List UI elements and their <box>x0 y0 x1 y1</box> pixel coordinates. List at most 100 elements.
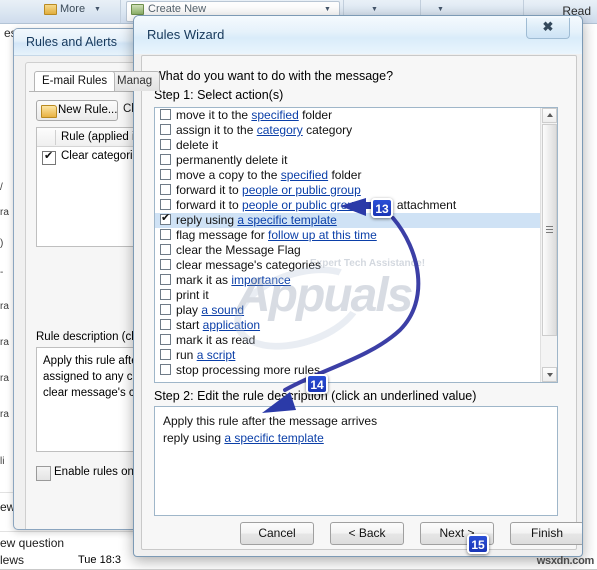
action-value-link[interactable]: a specific template <box>237 213 336 227</box>
action-row[interactable]: forward it to people or public group <box>155 183 541 198</box>
actions-scrollbar[interactable] <box>540 108 557 382</box>
action-value-link[interactable]: follow up at this time <box>268 228 377 242</box>
action-label: clear message's categories <box>176 258 321 272</box>
wizard-content: What do you want to do with the message?… <box>141 55 582 550</box>
action-row[interactable]: flag message for follow up at this time <box>155 228 541 243</box>
action-label: flag message for follow up at this time <box>176 228 377 242</box>
tab-email-rules[interactable]: E-mail Rules <box>34 71 116 91</box>
action-value-link[interactable]: application <box>203 318 260 332</box>
back-button[interactable]: < Back <box>330 522 404 545</box>
action-row[interactable]: clear message's categories <box>155 258 541 273</box>
action-value-link[interactable]: people or public group <box>242 198 361 212</box>
action-text: Apply this rule after the message arrive… <box>163 414 378 428</box>
scroll-down-button[interactable] <box>542 367 557 382</box>
action-checkbox[interactable] <box>160 229 171 240</box>
action-row[interactable]: run a script <box>155 348 541 363</box>
action-row[interactable]: start application <box>155 318 541 333</box>
action-value-link[interactable]: category <box>257 123 303 137</box>
rule-description-editor[interactable]: Apply this rule after the message arrive… <box>154 406 558 516</box>
action-checkbox[interactable] <box>160 304 171 315</box>
ribbon-separator <box>120 0 121 23</box>
wizard-titlebar[interactable]: Rules Wizard ✖ <box>134 16 582 54</box>
close-icon: ✖ <box>542 19 554 34</box>
action-value-link[interactable]: specified <box>251 108 298 122</box>
action-checkbox[interactable] <box>160 259 171 270</box>
cancel-button[interactable]: Cancel <box>240 522 314 545</box>
action-checkbox[interactable] <box>160 199 171 210</box>
action-row[interactable]: print it <box>155 288 541 303</box>
action-value-link[interactable]: specified <box>281 168 328 182</box>
action-label: assign it to the category category <box>176 123 352 137</box>
rule-description-line: reply using a specific template <box>163 430 557 447</box>
action-text: forward it to <box>176 183 243 197</box>
action-value-link[interactable]: a script <box>197 348 236 362</box>
chevron-down-icon[interactable]: ▼ <box>437 6 444 13</box>
action-checkbox[interactable] <box>160 109 171 120</box>
rule-enabled-checkbox[interactable] <box>42 150 56 165</box>
action-row[interactable]: mark it as read <box>155 333 541 348</box>
action-text: delete it <box>176 138 219 152</box>
action-value-link[interactable]: a sound <box>201 303 244 317</box>
tab-manage-alerts[interactable]: Manag <box>109 71 161 91</box>
action-row[interactable]: play a sound <box>155 303 541 318</box>
action-checkbox[interactable] <box>160 274 171 285</box>
ribbon-create-new-label[interactable]: Create New <box>148 3 206 15</box>
action-checkbox[interactable] <box>160 184 171 195</box>
action-value-link[interactable]: importance <box>231 273 290 287</box>
action-row[interactable]: move it to the specified folder <box>155 108 541 123</box>
action-checkbox[interactable] <box>160 364 171 375</box>
action-row[interactable]: forward it to people or public group as … <box>155 198 541 213</box>
create-new-icon <box>131 4 144 15</box>
close-button[interactable]: ✖ <box>526 18 570 39</box>
action-label: clear the Message Flag <box>176 243 301 257</box>
action-row[interactable]: permanently delete it <box>155 153 541 168</box>
chevron-down-icon[interactable]: ▼ <box>324 6 331 13</box>
corner-watermark: wsxdn.com <box>536 555 595 567</box>
action-text: move a copy to the <box>176 168 281 182</box>
action-checkbox[interactable] <box>160 154 171 165</box>
rule-description-line: Apply this rule after the message arrive… <box>163 413 557 430</box>
action-row[interactable]: mark it as importance <box>155 273 541 288</box>
action-row[interactable]: reply using a specific template <box>155 211 541 228</box>
action-checkbox[interactable] <box>160 169 171 180</box>
actions-list: move it to the specified folder assign it… <box>155 108 541 382</box>
chevron-down-icon[interactable]: ▼ <box>94 6 101 13</box>
action-checkbox[interactable] <box>160 211 171 226</box>
action-checkbox[interactable] <box>160 289 171 300</box>
action-label: forward it to people or public group <box>176 183 361 197</box>
action-checkbox[interactable] <box>160 349 171 360</box>
rules-list-column-header: Rule (applied in <box>61 131 141 143</box>
scroll-up-button[interactable] <box>542 108 557 123</box>
new-rule-button[interactable]: New Rule... <box>36 100 118 121</box>
action-text: start <box>176 318 203 332</box>
action-label: mark it as importance <box>176 273 291 287</box>
action-text: mark it as <box>176 273 232 287</box>
mail-date: Tue 18:3 <box>78 554 122 566</box>
action-label: move a copy to the specified folder <box>176 168 361 182</box>
action-checkbox[interactable] <box>160 244 171 255</box>
enable-rules-checkbox[interactable] <box>36 466 51 481</box>
new-rule-button-label: New Rule... <box>58 104 118 116</box>
scrollbar-thumb[interactable] <box>542 124 557 336</box>
ribbon-more-label[interactable]: More <box>60 3 85 15</box>
rules-wizard-dialog[interactable]: Rules Wizard ✖ What do you want to do wi… <box>133 15 583 557</box>
rule-description-label: Rule description (click <box>36 331 148 343</box>
action-value-link[interactable]: a specific template <box>224 431 323 445</box>
finish-button[interactable]: Finish <box>510 522 582 545</box>
action-row[interactable]: clear the Message Flag <box>155 243 541 258</box>
badge-14: 14 <box>306 374 328 394</box>
wizard-question: What do you want to do with the message? <box>154 69 394 83</box>
action-label: stop processing more rules <box>176 363 320 377</box>
action-row[interactable]: stop processing more rules <box>155 363 541 378</box>
action-checkbox[interactable] <box>160 124 171 135</box>
action-row[interactable]: delete it <box>155 138 541 153</box>
actions-listbox[interactable]: move it to the specified folder assign it… <box>154 107 558 383</box>
action-value-link[interactable]: people or public group <box>242 183 361 197</box>
action-checkbox[interactable] <box>160 139 171 150</box>
action-checkbox[interactable] <box>160 334 171 345</box>
action-label: start application <box>176 318 260 332</box>
action-row[interactable]: move a copy to the specified folder <box>155 168 541 183</box>
action-row[interactable]: assign it to the category category <box>155 123 541 138</box>
chevron-down-icon[interactable]: ▼ <box>371 6 378 13</box>
action-checkbox[interactable] <box>160 319 171 330</box>
